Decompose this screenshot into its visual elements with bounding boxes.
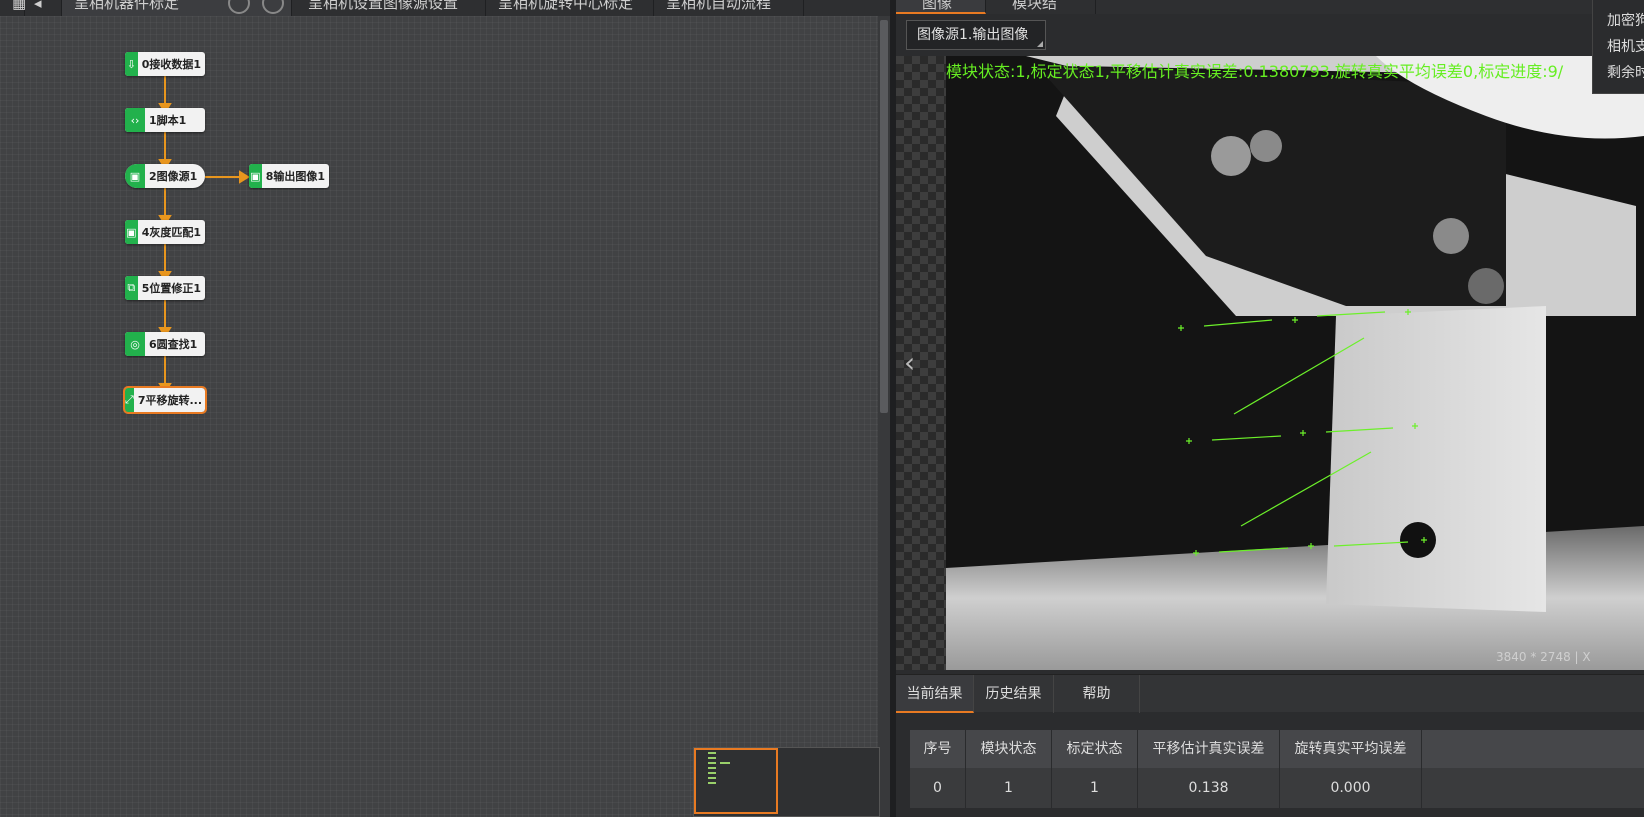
- gray-match-icon: ▣: [125, 220, 138, 244]
- image-source-select[interactable]: 图像源1.输出图像: [906, 20, 1046, 50]
- result-tabs: 当前结果 历史结果 帮助: [896, 674, 1644, 713]
- receive-data-icon: ⇩: [125, 52, 138, 76]
- node-label: 4灰度匹配1: [141, 226, 201, 239]
- node-label: 8输出图像1: [265, 170, 325, 183]
- flow-node-receive-data[interactable]: ⇩ 0接收数据1: [125, 52, 205, 76]
- tab-module-result[interactable]: 模块结果: [986, 0, 1096, 14]
- image-size-readout: 3840 * 2748 | X: [1496, 650, 1591, 664]
- node-label: 2图像源1: [149, 170, 198, 183]
- tab-label: 呈相机自动流程: [666, 0, 772, 12]
- column-header: 模块状态: [966, 730, 1052, 768]
- minimap-node: [708, 762, 716, 764]
- solution-tab-bar: ▦ ◂ 呈相机器件标定 呈相机设置图像源设置 呈相机旋转中心标定 呈相机自动流程: [0, 0, 893, 16]
- table-cell: 1: [1052, 768, 1138, 808]
- camera-image[interactable]: [946, 56, 1644, 670]
- calib-icon: ⤢: [125, 388, 134, 412]
- popup-line: 相机支: [1607, 39, 1644, 55]
- node-label: 6圆查找1: [149, 338, 198, 351]
- column-header: 旋转真实平均误差: [1280, 730, 1422, 768]
- image-source-icon: ▣: [125, 164, 145, 188]
- circle-find-icon: ◎: [125, 332, 145, 356]
- node-label: 7平移旋转...: [137, 394, 203, 407]
- tab-label: 模块结果: [1012, 0, 1058, 12]
- flow-node-script[interactable]: ‹› 1脚本1: [125, 108, 205, 132]
- arrow-head: [239, 170, 250, 184]
- tab-label: 图像: [922, 0, 953, 12]
- tab-label: 呈相机旋转中心标定: [498, 0, 634, 12]
- column-header: 序号: [910, 730, 966, 768]
- table-cell: 1: [966, 768, 1052, 808]
- minimap-node: [708, 782, 716, 784]
- image-size: 3840 * 2748: [1496, 650, 1571, 664]
- node-label: 0接收数据1: [141, 58, 201, 71]
- flow-canvas[interactable]: ⇩ 0接收数据1 ‹› 1脚本1 ▣ 2图像源1 ▣ 8输出图像1 ▣ 4灰度匹…: [0, 16, 880, 817]
- column-header: 标定状态: [1052, 730, 1138, 768]
- canvas-scrollbar-thumb[interactable]: [880, 20, 888, 413]
- tab-calibration[interactable]: 呈相机器件标定: [62, 0, 292, 16]
- minimap-node: [720, 762, 730, 764]
- output-image-icon: ▣: [249, 164, 262, 188]
- target-dot: [1400, 522, 1436, 558]
- popup-line: 剩余时: [1607, 65, 1644, 81]
- tab-auto-flow[interactable]: 呈相机自动流程: [654, 0, 804, 16]
- flow-node-output-image[interactable]: ▣ 8输出图像1: [249, 164, 329, 188]
- tab-label: 呈相机器件标定: [74, 0, 180, 12]
- back-icon[interactable]: ◂: [22, 0, 62, 16]
- minimap-node: [708, 777, 716, 779]
- minimap-node: [708, 752, 716, 754]
- tab-history-result[interactable]: 历史结果: [974, 675, 1054, 713]
- calibration-status-overlay: 模块状态:1,标定状态1,平移估计真实误差:0.1380793,旋转真实平均误差…: [946, 62, 1564, 81]
- tab-label: 帮助: [1082, 686, 1111, 702]
- minimap-node: [708, 767, 716, 769]
- position-fix-icon: ⧉: [125, 276, 138, 300]
- select-value: 图像源1.输出图像: [917, 27, 1029, 43]
- app-root: ▦ ◂ 呈相机器件标定 呈相机设置图像源设置 呈相机旋转中心标定 呈相机自动流程: [0, 0, 1644, 817]
- table-header-row: 序号 模块状态 标定状态 平移估计真实误差 旋转真实平均误差: [910, 730, 1644, 768]
- tab-current-result[interactable]: 当前结果: [896, 675, 974, 713]
- flow-node-image-source[interactable]: ▣ 2图像源1: [125, 164, 205, 188]
- tab-label: 呈相机设置图像源设置: [308, 0, 459, 12]
- popup-line: 加密狗: [1607, 13, 1644, 29]
- flow-node-position-fix[interactable]: ⧉ 5位置修正1: [125, 276, 205, 300]
- tab-image-source[interactable]: 呈相机设置图像源设置: [296, 0, 486, 16]
- script-icon: ‹›: [125, 108, 145, 132]
- status-popup: 加密狗 相机支 剩余时: [1592, 0, 1644, 94]
- dropdown-corner-icon: [1037, 41, 1043, 47]
- tab-label: 历史结果: [985, 686, 1042, 702]
- minimap-node: [708, 772, 716, 774]
- flow-connectors: [158, 74, 250, 394]
- node-label: 1脚本1: [149, 114, 187, 127]
- tab-image[interactable]: 图像: [896, 0, 986, 14]
- flow-node-circle-find[interactable]: ◎ 6圆查找1: [125, 332, 205, 356]
- camera-image-graphic: [946, 56, 1644, 670]
- table-cell: 0.138: [1138, 768, 1280, 808]
- tab-rotation-center[interactable]: 呈相机旋转中心标定: [486, 0, 654, 16]
- table-row[interactable]: 0 1 1 0.138 0.000: [910, 768, 1644, 808]
- column-header: 平移估计真实误差: [1138, 730, 1280, 768]
- screw-head: [1211, 136, 1251, 176]
- flow-minimap[interactable]: [693, 747, 880, 817]
- tab-help[interactable]: 帮助: [1054, 675, 1140, 713]
- table-cell: 0.000: [1280, 768, 1422, 808]
- screw-head: [1250, 130, 1282, 162]
- table-cell: 0: [910, 768, 966, 808]
- tab-label: 当前结果: [906, 686, 963, 702]
- coord-readout: | X: [1574, 650, 1591, 664]
- minimap-node: [708, 757, 716, 759]
- image-panel-tabs: 图像 模块结果: [896, 0, 1644, 14]
- minimap-viewport[interactable]: [694, 748, 778, 814]
- node-label: 5位置修正1: [141, 282, 201, 295]
- image-panel: 图像 模块结果 图像源1.输出图像 ‹: [896, 0, 1644, 817]
- screw-head: [1468, 268, 1504, 304]
- flow-node-calibration[interactable]: ⤢ 7平移旋转...: [123, 386, 207, 414]
- screw-head: [1433, 218, 1469, 254]
- flow-node-gray-match[interactable]: ▣ 4灰度匹配1: [125, 220, 205, 244]
- chevron-left-icon[interactable]: ‹: [904, 348, 922, 378]
- result-table: 序号 模块状态 标定状态 平移估计真实误差 旋转真实平均误差 0 1 1 0.1…: [910, 730, 1644, 808]
